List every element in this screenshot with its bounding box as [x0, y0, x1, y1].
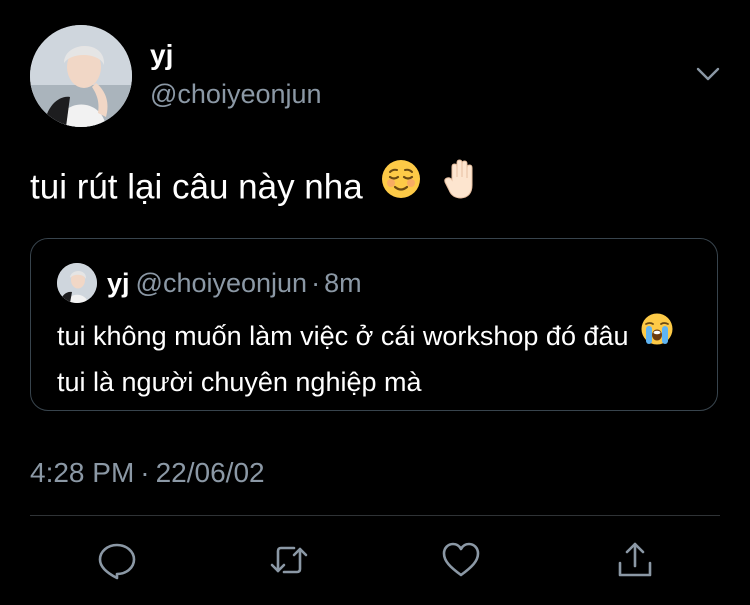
reply-button[interactable]: [96, 539, 138, 581]
raised-hand-emoji: [440, 158, 482, 212]
retweet-button[interactable]: [268, 539, 310, 581]
quoted-text-part2: tui là người chuyên nghiệp mà: [57, 367, 422, 397]
quoted-separator: ·: [311, 268, 321, 298]
tweet-time: 4:28 PM: [30, 457, 135, 488]
reply-icon: [98, 543, 136, 580]
author-avatar[interactable]: [30, 25, 132, 127]
loudly-crying-face-emoji: [640, 312, 674, 358]
quoted-tweet-card[interactable]: yj @choiyeonjun · 8m tui không muốn làm việ…: [30, 238, 718, 411]
share-icon: [618, 542, 652, 577]
like-button[interactable]: [440, 539, 482, 581]
heart-icon: [442, 542, 480, 577]
quoted-tweet-text: tui không muốn làm việc ở cái workshop đ…: [57, 312, 697, 403]
quoted-author-avatar[interactable]: [57, 263, 97, 303]
quoted-tweet-header: yj @choiyeonjun · 8m: [107, 267, 362, 299]
tweet-date: 22/06/02: [155, 457, 265, 488]
author-display-name[interactable]: yj: [150, 39, 173, 71]
tweet-text-content: tui rút lại câu này nha: [30, 167, 363, 207]
timestamp-separator: ·: [140, 457, 150, 488]
quoted-time: 8m: [324, 268, 362, 298]
tweet-timestamp[interactable]: 4:28 PM · 22/06/02: [30, 456, 265, 490]
divider: [30, 515, 720, 516]
share-button[interactable]: [614, 539, 656, 581]
tweet-text: tui rút lại câu này nha: [30, 159, 482, 216]
quoted-handle: @choiyeonjun: [135, 268, 308, 298]
relieved-face-emoji: [380, 158, 422, 212]
retweet-icon: [270, 546, 308, 574]
quoted-text-part1: tui không muốn làm việc ở cái workshop đ…: [57, 321, 629, 352]
quoted-display-name: yj: [107, 268, 130, 298]
author-handle[interactable]: @choiyeonjun: [150, 78, 322, 110]
chevron-down-icon[interactable]: [692, 62, 724, 86]
